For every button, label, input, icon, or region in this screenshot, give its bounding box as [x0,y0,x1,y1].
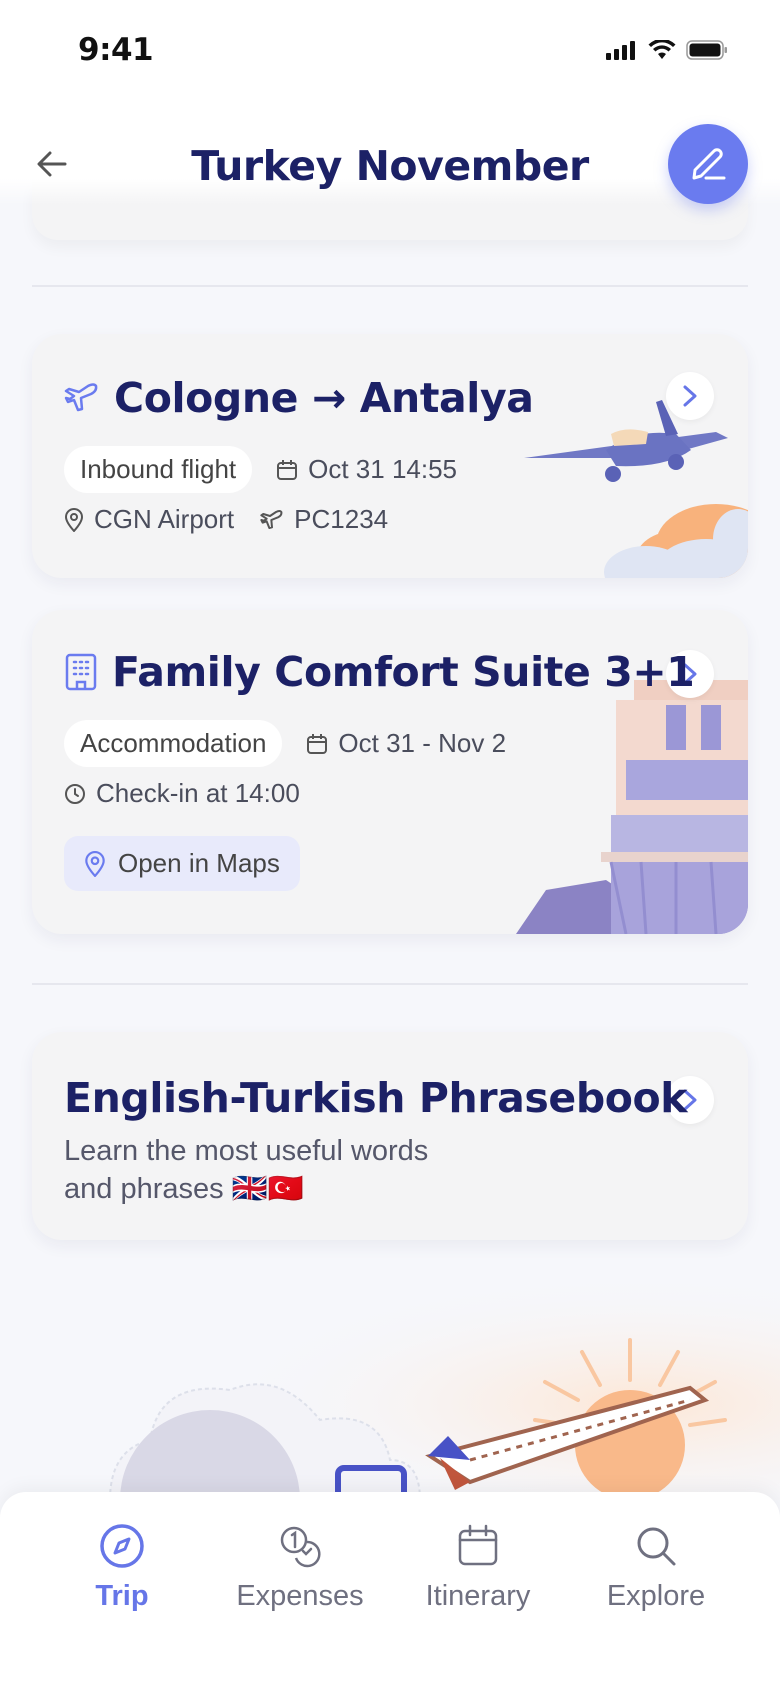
section-divider [32,983,748,985]
flight-airport-text: CGN Airport [94,504,235,534]
phrasebook-line-1: Learn the most useful words [64,1135,429,1167]
accommodation-row-2: Check-in at 14:00 [64,778,300,809]
flight-card[interactable]: Cologne → Antalya Inbound flight Oct 31 … [32,334,748,578]
wifi-icon [648,40,676,59]
airplane-icon [64,383,98,412]
flight-row-2: CGN Airport PC1234 [64,504,388,535]
tab-expenses-label: Expenses [236,1580,364,1612]
status-icons [606,40,728,60]
location-pin-icon [64,507,84,532]
search-icon [637,1527,676,1566]
flight-route: Cologne → Antalya [114,374,534,422]
status-time: 9:41 [78,32,154,68]
edit-button[interactable] [668,124,748,204]
tab-itinerary[interactable]: Itinerary [388,1522,568,1613]
battery-icon [686,40,727,60]
building-icon [65,653,97,691]
tab-trip[interactable]: Trip [32,1522,212,1613]
signal-icon [606,41,635,60]
calendar-icon [277,459,298,480]
location-pin-icon [85,850,105,877]
accommodation-card[interactable]: Family Comfort Suite 3+1 Accommodation O… [32,610,748,934]
flight-tag: Inbound flight [64,446,253,493]
flight-row-1: Inbound flight Oct 31 14:55 [64,446,457,493]
checkin-time: Check-in at 14:00 [64,778,300,809]
clock-icon [65,783,85,804]
flight-date-text: Oct 31 14:55 [308,454,458,484]
compass-icon [100,1524,144,1568]
pencil-icon [692,148,726,180]
plane-small-icon [260,509,283,529]
flight-details-button[interactable] [666,372,714,420]
accommodation-name: Family Comfort Suite 3+1 [112,648,695,696]
phrasebook-card[interactable]: English-Turkish Phrasebook Learn the mos… [32,1032,748,1240]
tab-explore[interactable]: Explore [566,1522,746,1613]
status-bar: 9:41 [0,0,780,100]
phrasebook-title-text: English-Turkish Phrasebook [64,1074,688,1122]
flight-number-text: PC1234 [294,504,389,534]
flight-date: Oct 31 14:55 [276,454,457,485]
phrasebook-line-2: and phrases 🇬🇧🇹🇷 [64,1173,304,1205]
phrasebook-description: Learn the most useful words and phrases … [64,1132,428,1208]
accommodation-row-1: Accommodation Oct 31 - Nov 2 [64,720,506,767]
travel-illustration [0,1260,780,1500]
coins-icon [280,1526,321,1568]
flight-airport: CGN Airport [64,504,234,535]
accommodation-title: Family Comfort Suite 3+1 [64,648,695,696]
phrasebook-title: English-Turkish Phrasebook [64,1074,688,1122]
tab-expenses[interactable]: Expenses [210,1522,390,1613]
open-in-maps-label: Open in Maps [118,848,280,878]
tab-bar: Trip Expenses Itinerary Explore [0,1492,780,1688]
page-title: Turkey November [191,142,589,190]
flight-title: Cologne → Antalya [64,374,534,422]
section-divider [32,285,748,287]
header: Turkey November [0,100,780,205]
accommodation-tag: Accommodation [64,720,283,767]
tab-explore-label: Explore [606,1580,706,1612]
airplane-illustration [524,400,748,578]
checkin-text: Check-in at 14:00 [96,778,300,808]
calendar-icon [307,733,328,754]
open-in-maps-button[interactable]: Open in Maps [64,836,300,891]
tab-itinerary-label: Itinerary [425,1580,531,1612]
accommodation-dates-text: Oct 31 - Nov 2 [338,728,507,758]
tab-trip-label: Trip [95,1580,149,1612]
accommodation-dates: Oct 31 - Nov 2 [306,728,506,759]
hotel-illustration [516,680,748,934]
chevron-right-icon [683,385,697,407]
calendar-icon [458,1524,498,1566]
flight-number: PC1234 [260,504,388,535]
